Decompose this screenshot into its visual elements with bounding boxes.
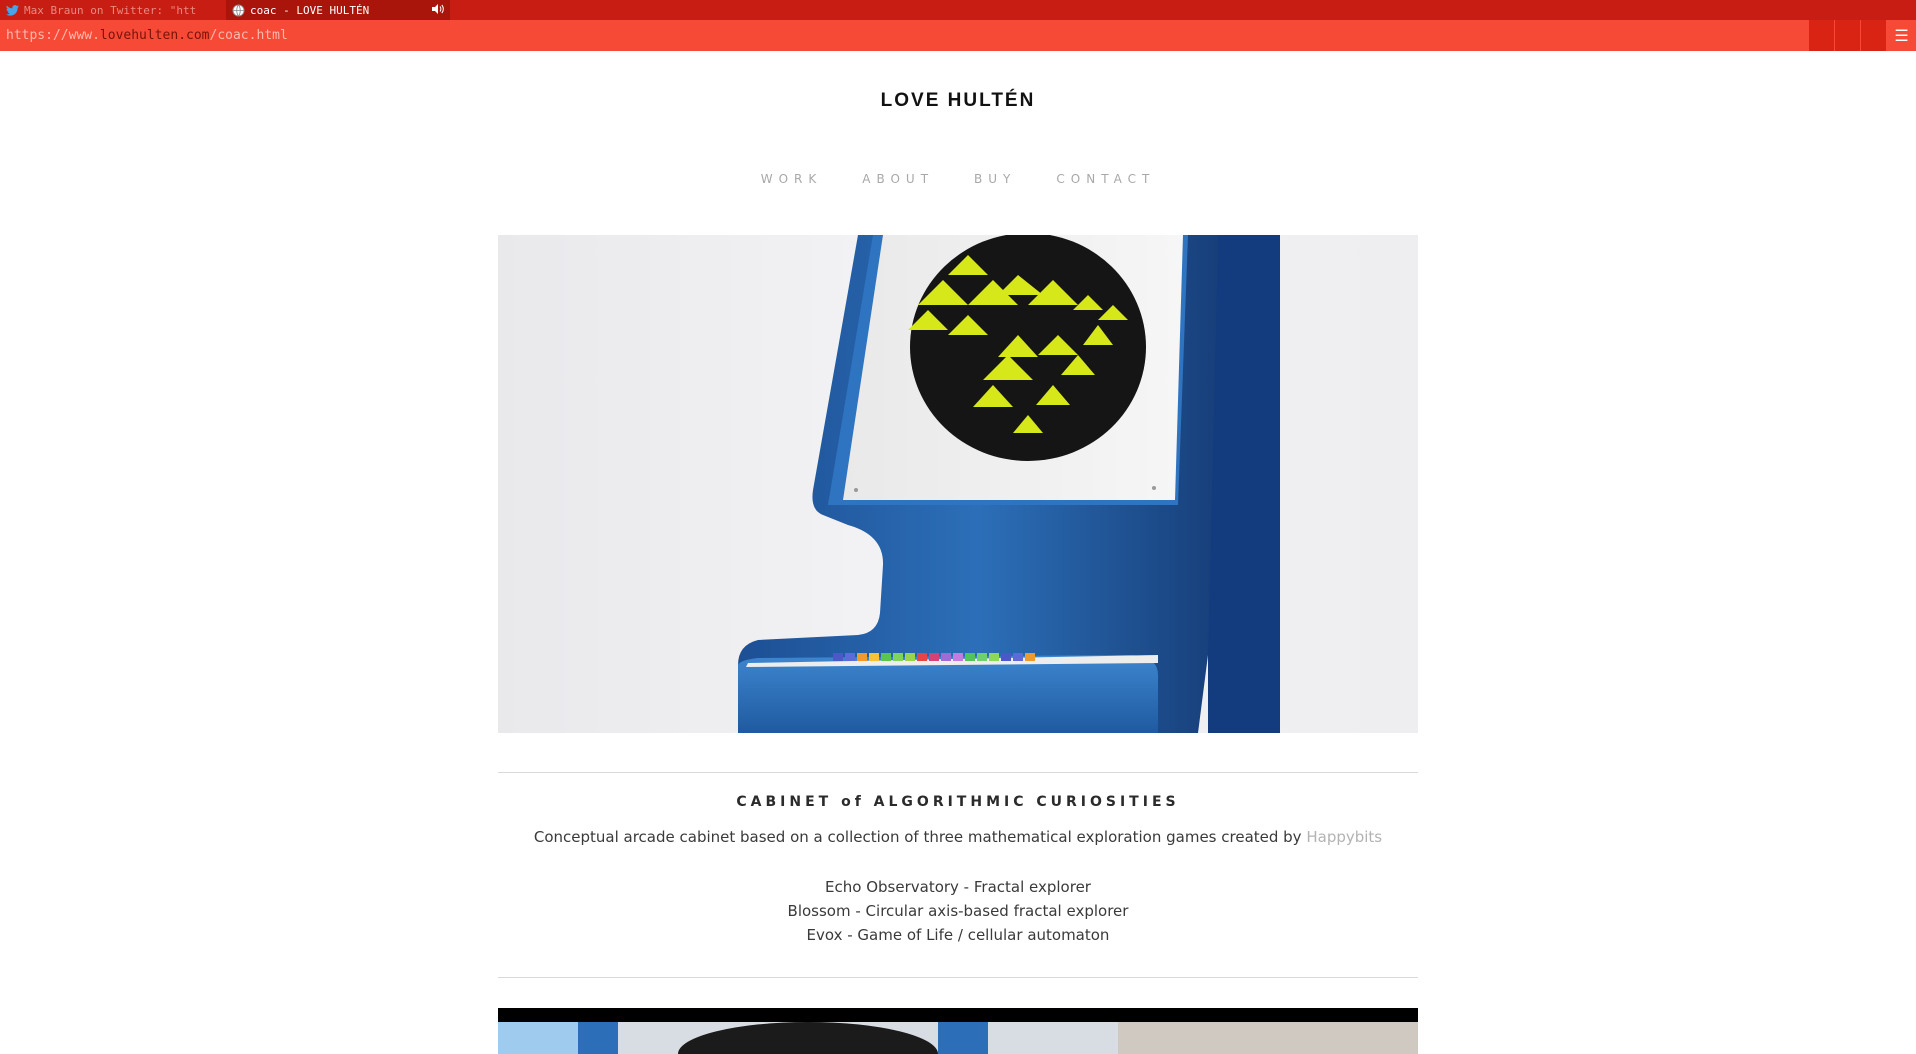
divider (498, 977, 1418, 978)
tab-bar: Max Braun on Twitter: "htt coac - LOVE H… (0, 0, 1916, 20)
arcade-cabinet-illustration (738, 235, 1280, 733)
url-host: lovehulten.com (99, 28, 210, 43)
url-field[interactable]: https://www.lovehulten.com/coac.html (0, 28, 1808, 43)
project-description: Conceptual arcade cabinet based on a col… (0, 828, 1916, 846)
list-item: Echo Observatory - Fractal explorer (825, 878, 1091, 896)
speaker-icon[interactable] (432, 3, 444, 17)
address-bar: https://www.lovehulten.com/coac.html ☰ (0, 20, 1916, 51)
main-nav: WORK ABOUT BUY CONTACT (0, 172, 1916, 186)
globe-icon (232, 3, 245, 17)
nav-about[interactable]: ABOUT (862, 172, 934, 186)
project-title: CABINET of ALGORITHMIC CURIOSITIES (736, 794, 1180, 810)
tab-coac[interactable]: coac - LOVE HULTÉN (226, 0, 450, 20)
url-prefix: https://www. (6, 28, 100, 43)
toolbar-button[interactable] (1860, 20, 1886, 51)
twitter-bird-icon (6, 4, 19, 17)
tab-twitter[interactable]: Max Braun on Twitter: "htt (0, 0, 226, 20)
toolbar-buttons: ☰ (1808, 20, 1916, 51)
happybits-link[interactable]: Happybits (1306, 828, 1382, 846)
hamburger-menu-icon[interactable]: ☰ (1886, 20, 1916, 51)
tab-label: coac - LOVE HULTÉN (250, 3, 370, 17)
cabinet-photo-partial (498, 1022, 1418, 1054)
arcade-keys (833, 653, 1035, 661)
list-item: Blossom - Circular axis-based fractal ex… (787, 902, 1129, 920)
list-item: Evox - Game of Life / cellular automaton (806, 926, 1110, 944)
site-title[interactable]: LOVE HULTÉN (0, 90, 1916, 112)
description-text: Conceptual arcade cabinet based on a col… (533, 828, 1302, 846)
nav-work[interactable]: WORK (761, 172, 823, 186)
games-list: Echo Observatory - Fractal explorer Blos… (0, 875, 1916, 947)
url-path: /coac.html (209, 28, 288, 43)
hero-image (498, 235, 1418, 733)
toolbar-button[interactable] (1808, 20, 1834, 51)
tab-label: Max Braun on Twitter: "htt (24, 3, 197, 17)
second-project-image (498, 1008, 1418, 1054)
divider (498, 772, 1418, 773)
toolbar-button[interactable] (1834, 20, 1860, 51)
nav-buy[interactable]: BUY (974, 172, 1016, 186)
nav-contact[interactable]: CONTACT (1056, 172, 1155, 186)
